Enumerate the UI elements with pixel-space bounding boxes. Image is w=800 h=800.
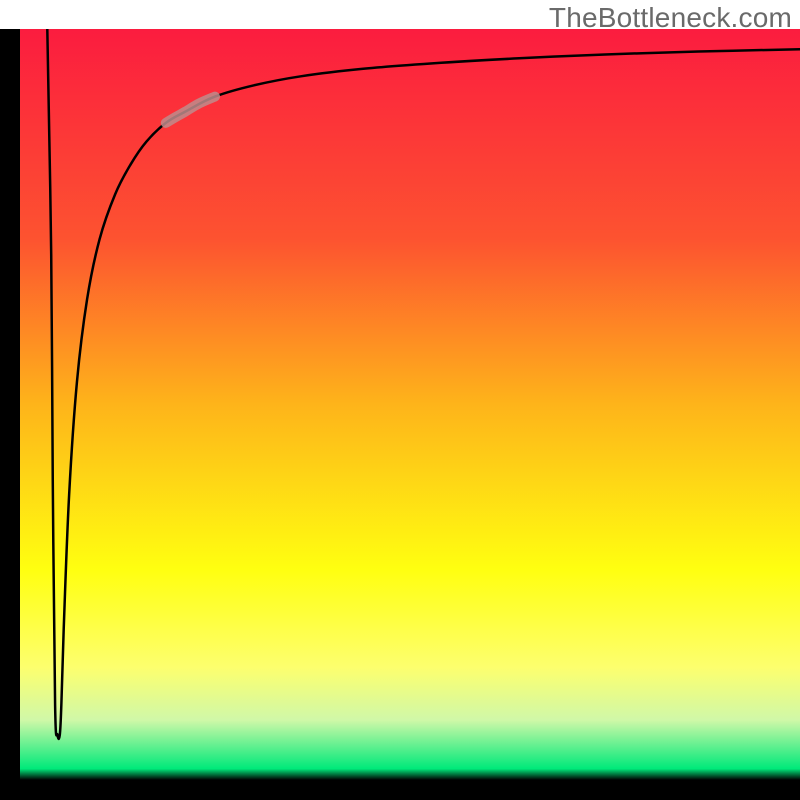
frame-bottom	[0, 780, 800, 800]
frame-left	[0, 29, 20, 800]
bottleneck-chart	[0, 29, 800, 800]
chart-background	[20, 29, 800, 780]
chart-container: TheBottleneck.com	[0, 0, 800, 800]
